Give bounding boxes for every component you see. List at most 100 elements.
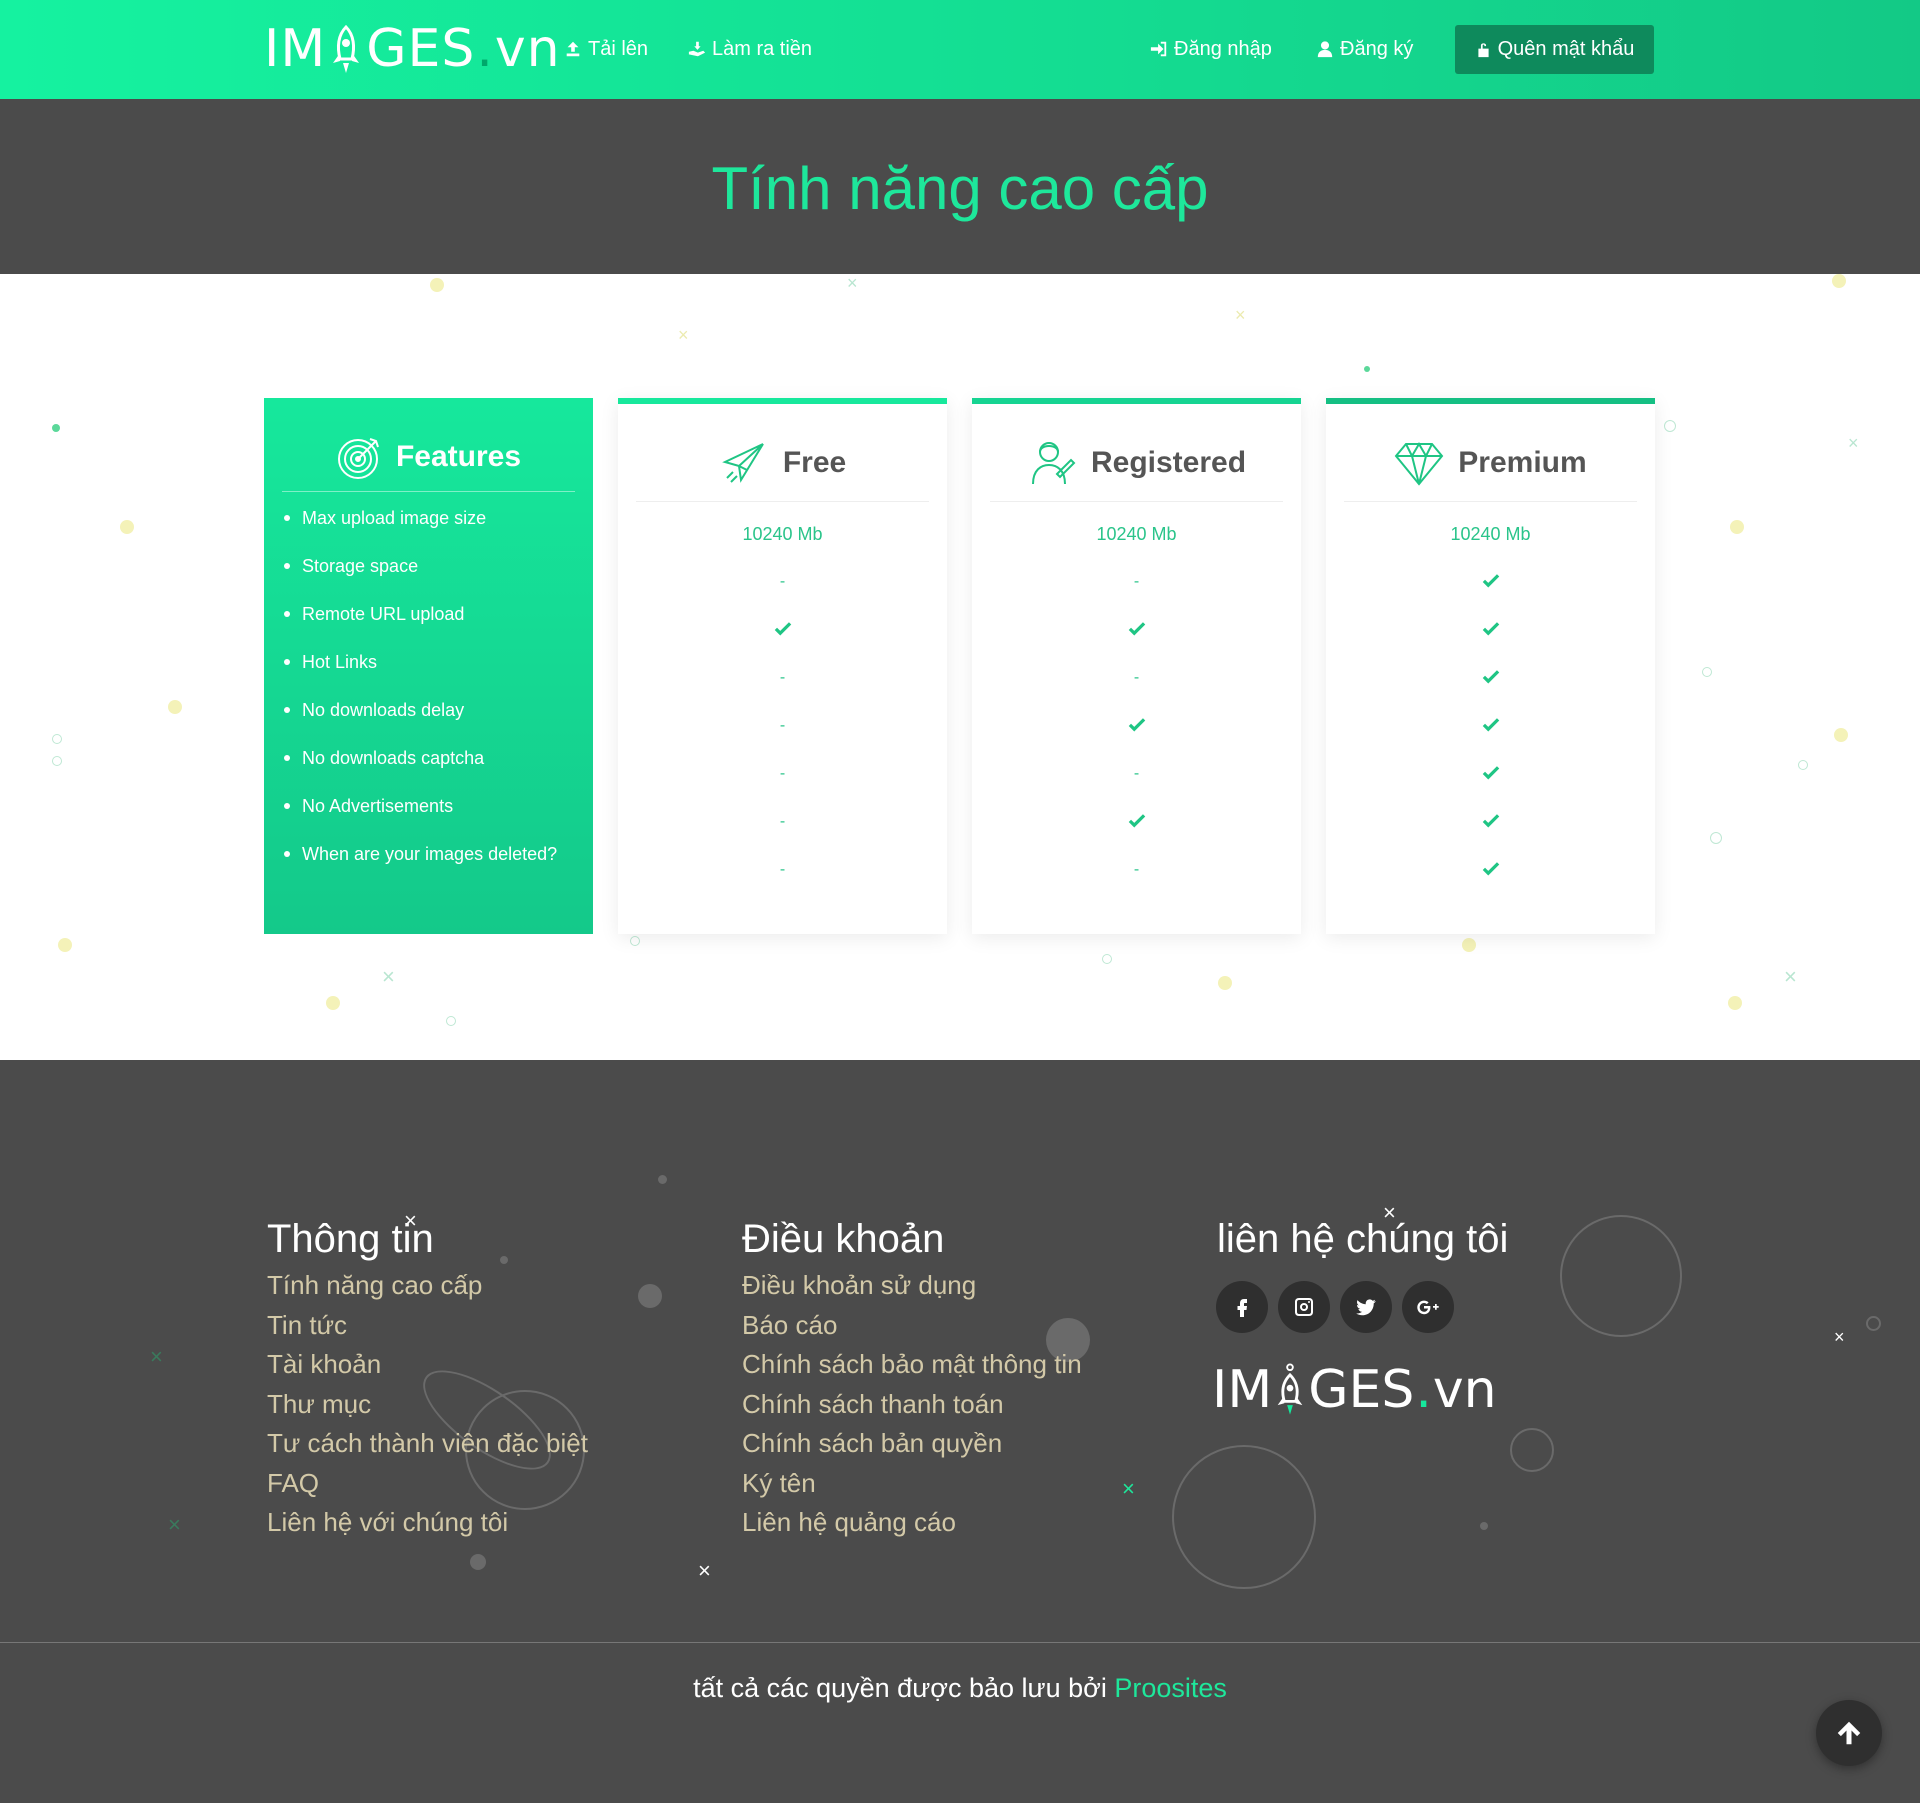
paper-plane-icon bbox=[721, 442, 764, 483]
decor-cross: × bbox=[1834, 1327, 1845, 1347]
features-card: Features Max upload image size Storage s… bbox=[264, 398, 593, 934]
footer-link[interactable]: Liên hệ với chúng tôi bbox=[267, 1503, 588, 1543]
feature-item: Storage space bbox=[284, 552, 574, 600]
footer-info-title: Thông tin bbox=[267, 1217, 434, 1261]
nav-earn-link[interactable]: Làm ra tiền bbox=[688, 34, 812, 64]
check-icon bbox=[972, 702, 1301, 750]
decor-dot bbox=[52, 424, 60, 432]
footer-link[interactable]: Chính sách bản quyền bbox=[742, 1424, 1082, 1464]
plan-value-dash: - bbox=[779, 765, 786, 782]
footer-link[interactable]: Tư cách thành viên đặc biệt bbox=[267, 1424, 588, 1464]
logo-tld: vn bbox=[494, 19, 561, 79]
check-icon bbox=[1326, 654, 1655, 702]
logo-text-start: IM bbox=[264, 19, 327, 79]
decor-dot bbox=[430, 278, 444, 292]
decor-dot bbox=[658, 1175, 667, 1184]
footer-terms-title: Điều khoản bbox=[742, 1217, 945, 1261]
nav-upload-label: Tải lên bbox=[588, 37, 649, 60]
decor-dot bbox=[1462, 938, 1476, 952]
logo-dot: . bbox=[1415, 1360, 1432, 1420]
decor-ring bbox=[1710, 832, 1722, 844]
footer-link[interactable]: Chính sách thanh toán bbox=[742, 1385, 1082, 1425]
decor-cross: × bbox=[1784, 964, 1797, 989]
moon-decor bbox=[1172, 1445, 1316, 1589]
target-icon bbox=[337, 437, 379, 479]
hand-money-icon bbox=[688, 41, 706, 57]
twitter-button[interactable] bbox=[1340, 1281, 1392, 1333]
decor-cross: × bbox=[698, 1558, 711, 1583]
plan-name: Free bbox=[782, 445, 847, 479]
copyright-brand-link[interactable]: Proosites bbox=[1114, 1673, 1227, 1703]
plan-rows: 10240 Mb - - - - - - bbox=[618, 510, 947, 894]
site-logo[interactable]: IM GES . vn bbox=[264, 18, 561, 80]
footer-link[interactable]: Tài khoản bbox=[267, 1345, 588, 1385]
footer-link[interactable]: Chính sách bảo mật thông tin bbox=[742, 1345, 1082, 1385]
footer-col-info: Thông tin Tính năng cao cấp Tin tức Tài … bbox=[267, 1217, 588, 1543]
plan-value-dash: - bbox=[779, 717, 786, 734]
decor-ring bbox=[1866, 1316, 1881, 1331]
decor-cross: × bbox=[678, 325, 689, 345]
decor-dot bbox=[1218, 976, 1232, 990]
upload-icon bbox=[566, 41, 580, 57]
plan-value-dash: - bbox=[779, 861, 786, 878]
nav-upload-link[interactable]: Tải lên bbox=[564, 34, 648, 64]
footer-link[interactable]: Tính năng cao cấp bbox=[267, 1266, 588, 1306]
logo-text-end: GES bbox=[1308, 1360, 1415, 1420]
plan-value-dash: - bbox=[779, 573, 786, 590]
rocket-icon bbox=[327, 21, 365, 77]
decor-dot bbox=[58, 938, 72, 952]
google-plus-icon bbox=[1417, 1300, 1439, 1315]
nav-login-link[interactable]: Đăng nhập bbox=[1150, 34, 1272, 64]
facebook-button[interactable] bbox=[1216, 1281, 1268, 1333]
decor-dot bbox=[1834, 728, 1848, 742]
footer-link[interactable]: FAQ bbox=[267, 1464, 588, 1504]
decor-dot bbox=[470, 1554, 486, 1570]
instagram-button[interactable] bbox=[1278, 1281, 1330, 1333]
nav-register-link[interactable]: Đăng ký bbox=[1316, 34, 1413, 64]
plan-value-dash: - bbox=[1133, 861, 1140, 878]
google-plus-button[interactable] bbox=[1402, 1281, 1454, 1333]
decor-cross: × bbox=[1235, 305, 1246, 325]
plan-header: Free bbox=[636, 424, 929, 502]
footer-link[interactable]: Liên hệ quảng cáo bbox=[742, 1503, 1082, 1543]
logo-text-start: IM bbox=[1212, 1360, 1273, 1420]
footer-link[interactable]: Thư mục bbox=[267, 1385, 588, 1425]
plan-card-free: Free 10240 Mb - - - - - - bbox=[618, 398, 947, 934]
decor-ring bbox=[1510, 1428, 1554, 1472]
feature-item: When are your images deleted? bbox=[284, 840, 574, 888]
scroll-to-top-button[interactable] bbox=[1816, 1700, 1882, 1766]
decor-ring bbox=[1798, 760, 1808, 770]
footer-link[interactable]: Điều khoản sử dụng bbox=[742, 1266, 1082, 1306]
features-heading: Features bbox=[395, 439, 522, 473]
decor-dot bbox=[326, 996, 340, 1010]
footer-logo[interactable]: IM GES . vn bbox=[1212, 1360, 1497, 1420]
forgot-password-button[interactable]: Quên mật khẩu bbox=[1455, 25, 1654, 74]
plan-name: Registered bbox=[1090, 445, 1247, 479]
features-section: × × × × × × Features Max upload image si… bbox=[0, 274, 1920, 1060]
social-links bbox=[1216, 1281, 1454, 1333]
plan-header: Registered bbox=[990, 424, 1283, 502]
footer-col-terms: Điều khoản Điều khoản sử dụng Báo cáo Ch… bbox=[742, 1217, 1082, 1543]
rocket-icon bbox=[1272, 1362, 1308, 1418]
footer-link[interactable]: Ký tên bbox=[742, 1464, 1082, 1504]
features-list: Max upload image size Storage space Remo… bbox=[284, 504, 574, 888]
decor-cross: × bbox=[1848, 433, 1859, 453]
footer-link[interactable]: Tin tức bbox=[267, 1306, 588, 1346]
unlock-icon bbox=[1478, 43, 1489, 58]
check-icon bbox=[1326, 558, 1655, 606]
nav-earn-label: Làm ra tiền bbox=[712, 37, 813, 60]
decor-ring bbox=[1702, 667, 1712, 677]
nav-login-label: Đăng nhập bbox=[1174, 37, 1272, 60]
logo-tld: vn bbox=[1432, 1360, 1497, 1420]
check-icon bbox=[972, 606, 1301, 654]
decor-dot bbox=[1480, 1522, 1488, 1530]
logo-dot: . bbox=[476, 19, 494, 79]
user-icon bbox=[1317, 41, 1333, 58]
plan-value-dash: - bbox=[779, 813, 786, 830]
features-card-header: Features bbox=[282, 422, 575, 492]
feature-item: Max upload image size bbox=[284, 504, 574, 552]
facebook-icon bbox=[1237, 1299, 1247, 1317]
decor-ring bbox=[52, 756, 62, 766]
footer-link[interactable]: Báo cáo bbox=[742, 1306, 1082, 1346]
decor-dot bbox=[168, 700, 182, 714]
